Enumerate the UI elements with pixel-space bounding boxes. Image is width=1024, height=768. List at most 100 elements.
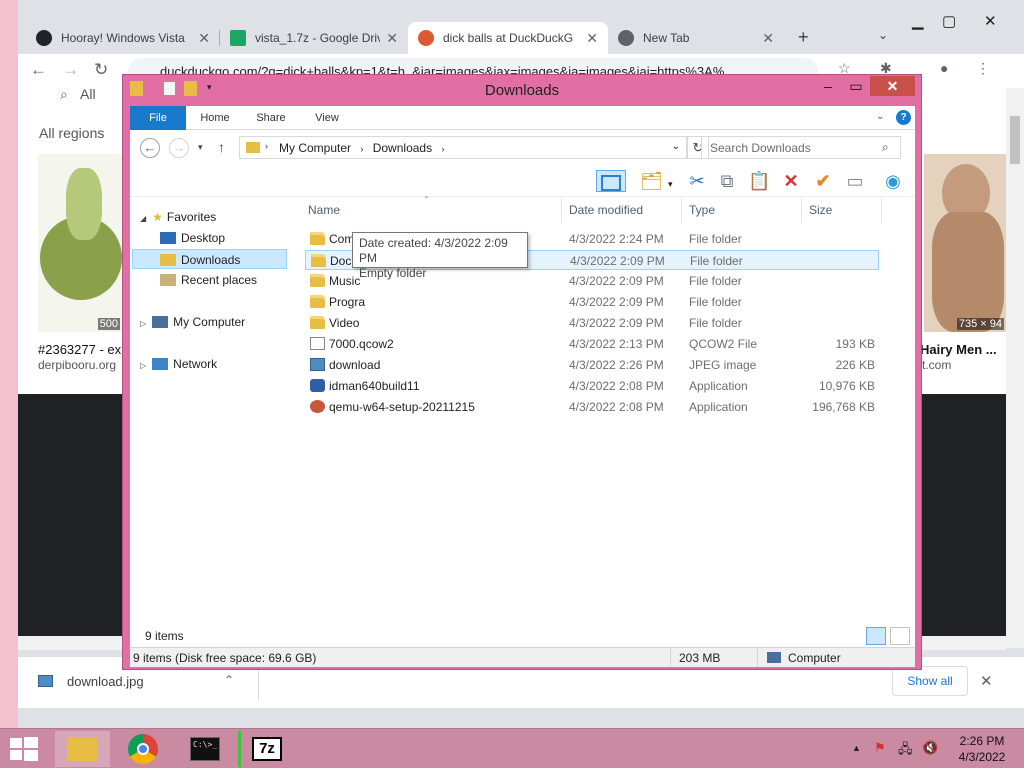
large-icons-view-icon[interactable]	[890, 627, 910, 645]
status-selection-size: 203 MB	[679, 651, 721, 665]
details-view-icon[interactable]	[866, 627, 886, 645]
all-tab[interactable]: All	[80, 88, 96, 102]
properties-chevron-icon[interactable]: ▾	[668, 179, 673, 190]
image-result-left[interactable]: 500	[38, 154, 124, 332]
select-all-icon[interactable]: ▭	[844, 170, 866, 192]
breadcrumb-downloads[interactable]: Downloads	[373, 141, 432, 155]
properties-icon[interactable]: 🗂	[640, 170, 663, 192]
system-clock[interactable]: 2:26 PM 4/3/2022	[950, 733, 1014, 765]
close-icon[interactable]: ✕	[980, 672, 993, 690]
download-filename[interactable]: download.jpg	[67, 674, 144, 689]
menu-icon[interactable]: ⋮	[976, 60, 990, 77]
column-header-name[interactable]: Name	[308, 203, 340, 217]
show-all-button[interactable]: Show all	[892, 666, 968, 696]
start-button[interactable]	[10, 737, 38, 761]
minimize-icon[interactable]: –	[815, 76, 841, 96]
maximize-icon[interactable]: ▭	[843, 76, 869, 96]
tab-home[interactable]: Home	[192, 106, 238, 130]
copy-icon[interactable]: ⧉	[716, 170, 738, 192]
back-arrow-icon[interactable]: ←	[30, 60, 47, 80]
folder-icon	[310, 316, 325, 329]
close-icon[interactable]: ✕	[870, 76, 915, 96]
breadcrumb-my-computer[interactable]: My Computer	[279, 141, 351, 155]
address-bar[interactable]: › My Computer › Downloads › ⌄	[239, 136, 687, 159]
expand-ribbon-icon[interactable]: ⌄	[876, 111, 884, 122]
back-arrow-icon[interactable]: ←	[140, 138, 160, 158]
taskbar-7zip[interactable]: 7z	[240, 731, 296, 767]
file-row-download[interactable]: download 4/3/2022 2:26 PM JPEG image 226 KB	[305, 355, 879, 375]
search-input[interactable]: Search Downloads	[701, 136, 901, 159]
taskbar-explorer[interactable]	[55, 731, 110, 767]
paste-icon[interactable]: 📋	[748, 170, 770, 192]
taskbar-terminal[interactable]: C:\>_	[178, 731, 234, 767]
forward-arrow-icon[interactable]: →	[62, 60, 79, 80]
reload-icon[interactable]: ↻	[94, 60, 108, 80]
breadcrumb-chevron-icon[interactable]: ›	[441, 144, 444, 154]
delete-icon[interactable]: ✕	[780, 170, 802, 192]
help-icon[interactable]: ?	[896, 110, 911, 125]
nav-network[interactable]: ▷ Network	[140, 354, 217, 374]
file-row-idman[interactable]: idman640build11 4/3/2022 2:08 PM Applicati…	[305, 376, 879, 396]
vertical-scrollbar[interactable]	[1006, 88, 1024, 648]
nav-favorites[interactable]: ◢ ★ Favorites	[140, 207, 216, 227]
close-tab-icon[interactable]: ✕	[386, 30, 398, 47]
image-result-right[interactable]: 735 × 94	[924, 154, 1006, 332]
column-header-size[interactable]: Size	[809, 203, 832, 217]
tab-file[interactable]: File	[130, 106, 186, 130]
nav-desktop[interactable]: Desktop	[160, 228, 225, 248]
close-tab-icon[interactable]: ✕	[762, 30, 774, 47]
qemu-application-icon	[310, 400, 325, 413]
search-icon[interactable]: ⌕	[882, 140, 889, 155]
profile-icon[interactable]: ●	[940, 60, 948, 76]
breadcrumb-chevron-icon[interactable]: ›	[360, 144, 363, 154]
close-tab-icon[interactable]: ✕	[198, 30, 210, 47]
nav-recent-places[interactable]: Recent places	[160, 270, 257, 290]
close-tab-icon[interactable]: ✕	[586, 30, 598, 47]
file-row-video[interactable]: Video 4/3/2022 2:09 PM File folder	[305, 313, 879, 333]
column-header-date[interactable]: Date modified	[569, 203, 643, 217]
result-title[interactable]: Hairy Men ...	[920, 342, 997, 357]
tab-google-drive[interactable]: vista_1.7z - Google Driv ✕	[220, 22, 408, 54]
show-hidden-icons-icon[interactable]: ▲	[852, 743, 861, 753]
forward-arrow-icon[interactable]: →	[169, 138, 189, 158]
globe-icon[interactable]: ◉	[882, 170, 904, 192]
tab-title: vista_1.7z - Google Driv	[255, 31, 381, 45]
cut-icon[interactable]: ✂	[686, 170, 708, 192]
tab-github[interactable]: Hooray! Windows Vista ✕	[26, 22, 220, 54]
region-selector[interactable]: All regions	[39, 125, 104, 141]
taskbar-chrome[interactable]	[116, 731, 172, 767]
close-icon[interactable]: ✕	[984, 12, 997, 30]
computer-icon	[152, 316, 169, 328]
recent-locations-chevron-icon[interactable]: ▾	[198, 142, 203, 153]
tab-new-tab[interactable]: New Tab ✕	[608, 22, 784, 54]
up-arrow-icon[interactable]: ↑	[218, 139, 225, 155]
maximize-icon[interactable]: ▢	[942, 12, 956, 30]
rename-check-icon[interactable]: ✔	[812, 170, 834, 192]
title-bar[interactable]: ▾ Downloads – ▭ ✕	[123, 75, 921, 103]
recent-places-icon	[160, 274, 176, 286]
file-row-programs[interactable]: Progra 4/3/2022 2:09 PM File folder	[305, 292, 879, 312]
action-center-icon[interactable]: ⚑	[874, 740, 886, 756]
file-row-qemu[interactable]: qemu-w64-setup-20211215 4/3/2022 2:08 PM A…	[305, 397, 879, 417]
breadcrumb-chevron-icon[interactable]: ›	[265, 141, 268, 151]
star-icon: ★	[152, 210, 163, 224]
column-header-type[interactable]: Type	[689, 203, 715, 217]
tab-view[interactable]: View	[304, 106, 350, 130]
nav-my-computer[interactable]: ▷ My Computer	[140, 312, 245, 332]
chevron-up-icon[interactable]: ⌃	[224, 673, 234, 687]
tab-search-chevron-icon[interactable]: ⌄	[878, 28, 888, 42]
nav-downloads[interactable]: Downloads	[132, 249, 287, 269]
downloads-folder-icon	[160, 254, 176, 266]
volume-muted-icon[interactable]: 🔇	[922, 740, 938, 756]
tab-duckduckgo[interactable]: dick balls at DuckDuckG ✕	[408, 22, 608, 54]
result-title[interactable]: #2363277 - ex	[38, 342, 121, 357]
7zip-icon: 7z	[252, 737, 282, 761]
idm-application-icon	[310, 379, 325, 392]
minimize-icon[interactable]: ▁	[912, 12, 924, 30]
address-dropdown-icon[interactable]: ⌄	[672, 141, 680, 152]
tab-share[interactable]: Share	[248, 106, 294, 130]
network-tray-icon[interactable]: 🖧	[898, 740, 913, 762]
file-row-qcow2[interactable]: 7000.qcow2 4/3/2022 2:13 PM QCOW2 File 193 …	[305, 334, 879, 354]
new-tab-button[interactable]: +	[798, 27, 809, 48]
preview-pane-icon[interactable]	[596, 170, 626, 192]
